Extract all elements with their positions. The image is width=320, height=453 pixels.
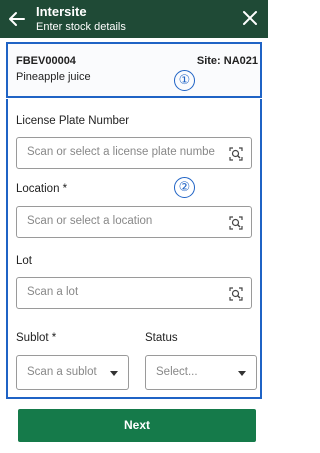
- annotation-marker-2: ②: [174, 177, 195, 198]
- search-icon[interactable]: [228, 146, 244, 162]
- location-label: Location *: [16, 183, 68, 195]
- page-subtitle: Enter stock details: [36, 21, 126, 33]
- product-sku: FBEV00004: [16, 55, 76, 67]
- stock-details-form: ② License Plate Number Scan or select a …: [6, 99, 262, 399]
- lot-placeholder: Scan a lot: [27, 286, 79, 298]
- lot-label: Lot: [16, 255, 32, 267]
- status-placeholder: Select...: [156, 366, 198, 378]
- close-icon[interactable]: [242, 10, 258, 26]
- chevron-down-icon: [110, 371, 118, 376]
- product-name: Pineapple juice: [16, 71, 91, 83]
- search-icon[interactable]: [228, 286, 244, 302]
- license-plate-placeholder: Scan or select a license plate numbe: [27, 146, 215, 158]
- next-button[interactable]: Next: [18, 409, 256, 442]
- sublot-placeholder: Scan a sublot: [27, 366, 97, 378]
- sublot-select[interactable]: Scan a sublot: [16, 355, 129, 390]
- annotation-marker-1: ①: [174, 70, 195, 91]
- sublot-label: Sublot *: [16, 332, 57, 344]
- chevron-down-icon: [238, 371, 246, 376]
- site-code: Site: NA021: [196, 55, 258, 67]
- app-header: Intersite Enter stock details: [0, 0, 268, 38]
- license-plate-label: License Plate Number: [16, 115, 130, 127]
- product-summary: FBEV00004 Site: NA021 Pineapple juice ①: [6, 42, 262, 98]
- lot-input[interactable]: Scan a lot: [16, 277, 252, 309]
- location-input[interactable]: Scan or select a location: [16, 206, 252, 238]
- status-select[interactable]: Select...: [145, 355, 257, 390]
- license-plate-input[interactable]: Scan or select a license plate numbe: [16, 137, 252, 169]
- page-title: Intersite: [36, 4, 87, 19]
- arrow-left-icon[interactable]: [8, 10, 26, 28]
- location-placeholder: Scan or select a location: [27, 215, 153, 227]
- search-icon[interactable]: [228, 215, 244, 231]
- status-label: Status: [145, 332, 178, 344]
